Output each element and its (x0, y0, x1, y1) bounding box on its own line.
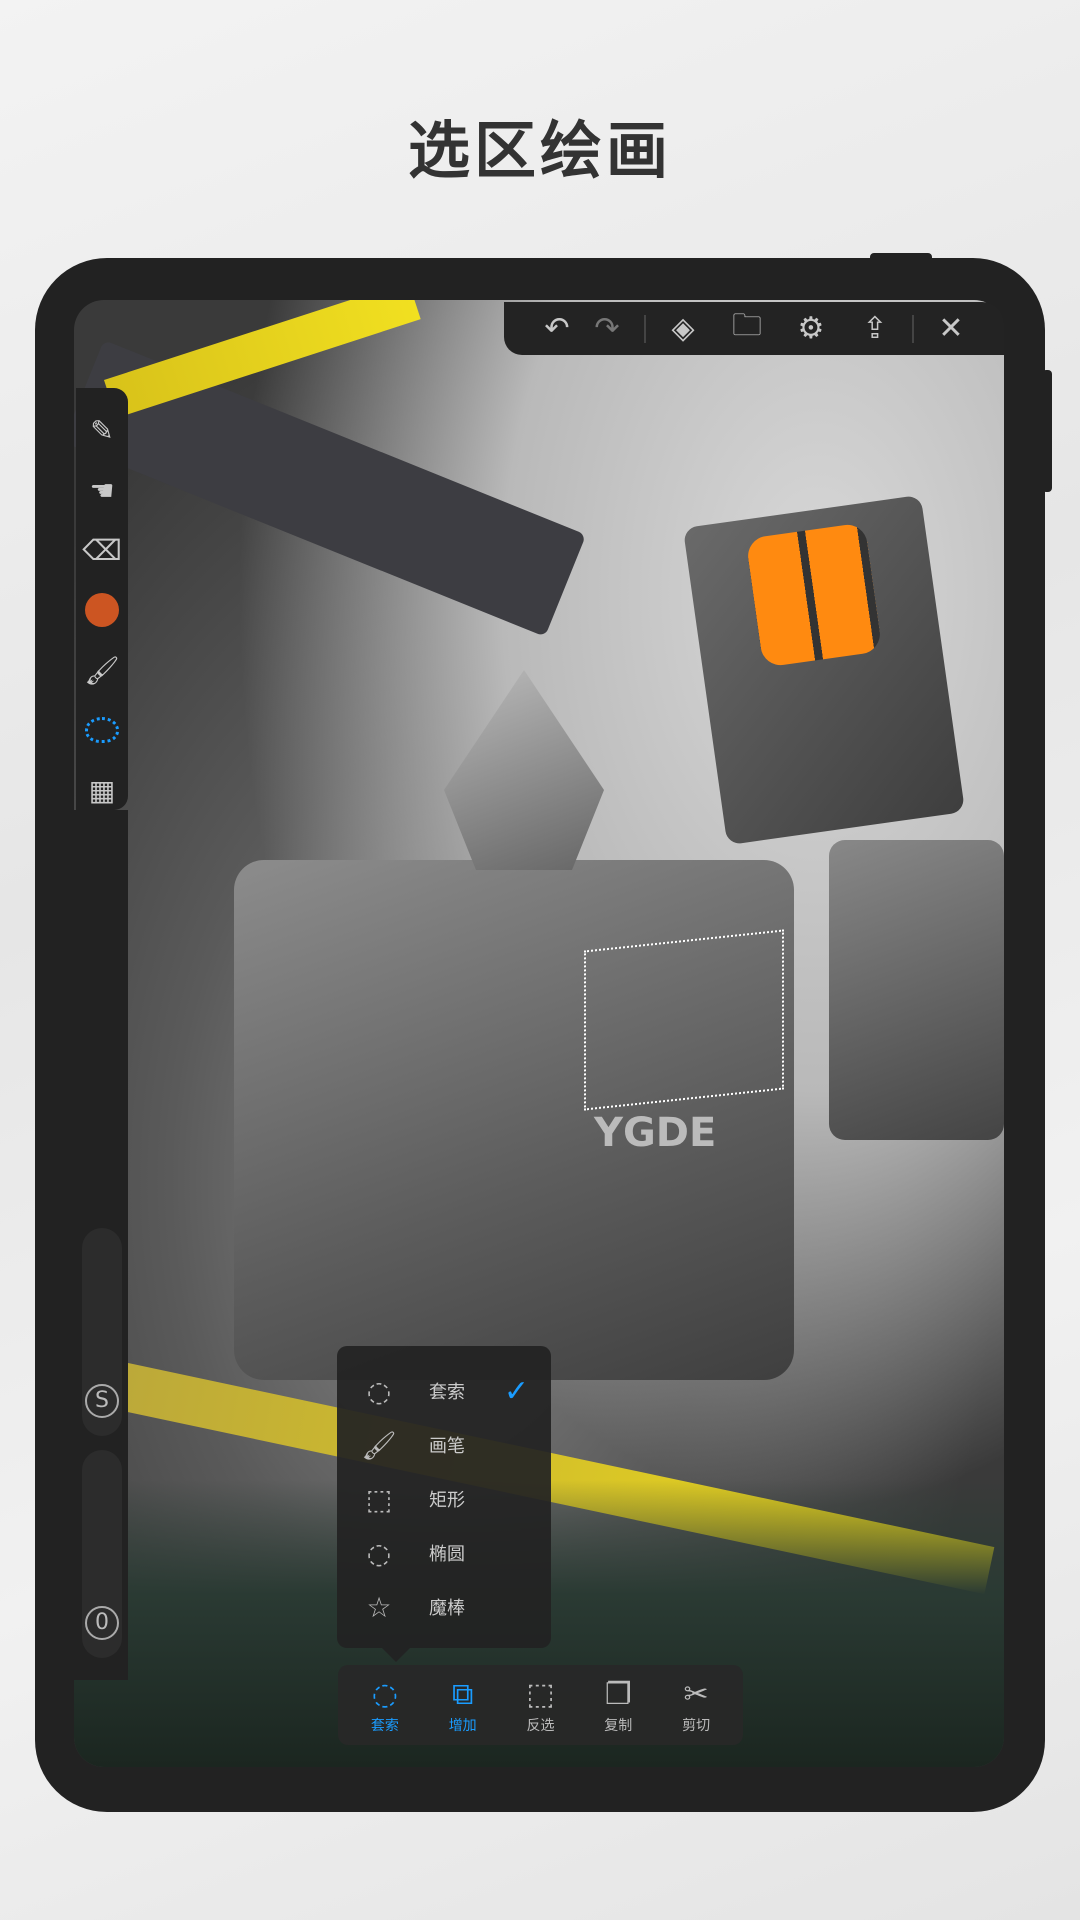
opacity-slider[interactable]: 0 (82, 1450, 122, 1658)
menu-item-magic-wand[interactable]: ☆ 魔棒 (337, 1582, 551, 1632)
selection-bottom-bar: ◌ 套索 ⧉ 增加 ⬚ 反选 ❐ 复制 ✂ 剪切 (338, 1665, 743, 1745)
left-toolbar: ✎ ☚ ⌫ 🖌 ▦ (76, 388, 128, 810)
ellipse-select-icon: ◌ (366, 1536, 392, 1570)
close-icon[interactable]: ✕ (926, 309, 976, 349)
smudge-icon[interactable]: ☚ (76, 470, 128, 510)
menu-item-label: 椭圆 (429, 1544, 465, 1565)
menu-item-label: 魔棒 (429, 1598, 465, 1619)
menu-item-label: 画笔 (429, 1436, 465, 1457)
invert-selection-button[interactable]: ⬚ 反选 (505, 1665, 575, 1745)
opacity-label: 0 (85, 1606, 119, 1640)
button-label: 套索 (370, 1718, 399, 1734)
checkmark-icon: ✓ (503, 1373, 529, 1409)
menu-pointer (382, 1648, 410, 1662)
menu-item-label: 套索 (429, 1382, 465, 1403)
brush-size-slider[interactable]: S (82, 1228, 122, 1436)
menu-item-brush[interactable]: 🖌 画笔 (337, 1420, 551, 1470)
artwork-shoulder (829, 840, 1004, 1140)
copy-button[interactable]: ❐ 复制 (583, 1665, 653, 1745)
cut-icon: ✂ (683, 1677, 709, 1712)
copy-icon: ❐ (604, 1677, 632, 1712)
lasso-icon: ◌ (366, 1374, 392, 1408)
redo-icon[interactable]: ↷ (582, 309, 632, 349)
gallery-folder-icon[interactable]: 🗀 (722, 308, 772, 349)
layers-icon[interactable]: ◈ (658, 309, 708, 349)
lasso-icon[interactable] (76, 710, 128, 750)
top-toolbar: ↶ ↷ ◈ 🗀 ⚙ ⇪ ✕ (504, 302, 1004, 355)
menu-item-label: 矩形 (429, 1490, 465, 1511)
artwork-head (444, 670, 604, 870)
brush-icon[interactable]: 🖌 (76, 650, 128, 690)
brush-select-icon: 🖌 (361, 1428, 397, 1462)
size-label: S (85, 1384, 119, 1418)
selection-marquee (584, 929, 784, 1111)
button-label: 增加 (448, 1718, 477, 1734)
toolbar-divider (644, 314, 646, 343)
page-title: 选区绘画 (407, 114, 672, 187)
add-selection-button[interactable]: ⧉ 增加 (428, 1665, 498, 1745)
share-icon[interactable]: ⇪ (850, 309, 900, 349)
button-label: 复制 (604, 1718, 633, 1734)
toolbar-divider (912, 314, 914, 343)
gear-icon[interactable]: ⚙ (786, 309, 836, 349)
lasso-mode-button[interactable]: ◌ 套索 (350, 1665, 420, 1745)
button-label: 反选 (526, 1718, 555, 1734)
invert-selection-icon: ⬚ (526, 1677, 555, 1712)
eraser-icon[interactable]: ⌫ (76, 530, 128, 570)
magic-wand-icon: ☆ (366, 1590, 392, 1624)
pencil-icon[interactable]: ✎ (76, 410, 128, 450)
artwork-orange-cylinders (745, 522, 883, 668)
add-selection-icon: ⧉ (451, 1677, 474, 1712)
canvas-text: YGDE (594, 1110, 717, 1156)
selection-mode-menu: ◌ 套索 ✓ 🖌 画笔 ⬚ 矩形 ◌ 椭圆 ☆ 魔棒 (337, 1346, 551, 1648)
button-label: 剪切 (682, 1718, 711, 1734)
cut-button[interactable]: ✂ 剪切 (661, 1665, 731, 1745)
menu-item-rectangle[interactable]: ⬚ 矩形 (337, 1474, 551, 1524)
grid-icon[interactable]: ▦ (76, 770, 128, 810)
menu-item-ellipse[interactable]: ◌ 椭圆 (337, 1528, 551, 1578)
menu-item-lasso[interactable]: ◌ 套索 ✓ (337, 1366, 551, 1416)
rectangle-select-icon: ⬚ (365, 1482, 393, 1516)
lasso-icon: ◌ (371, 1677, 398, 1712)
undo-icon[interactable]: ↶ (532, 309, 582, 349)
color-swatch-icon[interactable] (76, 590, 128, 630)
